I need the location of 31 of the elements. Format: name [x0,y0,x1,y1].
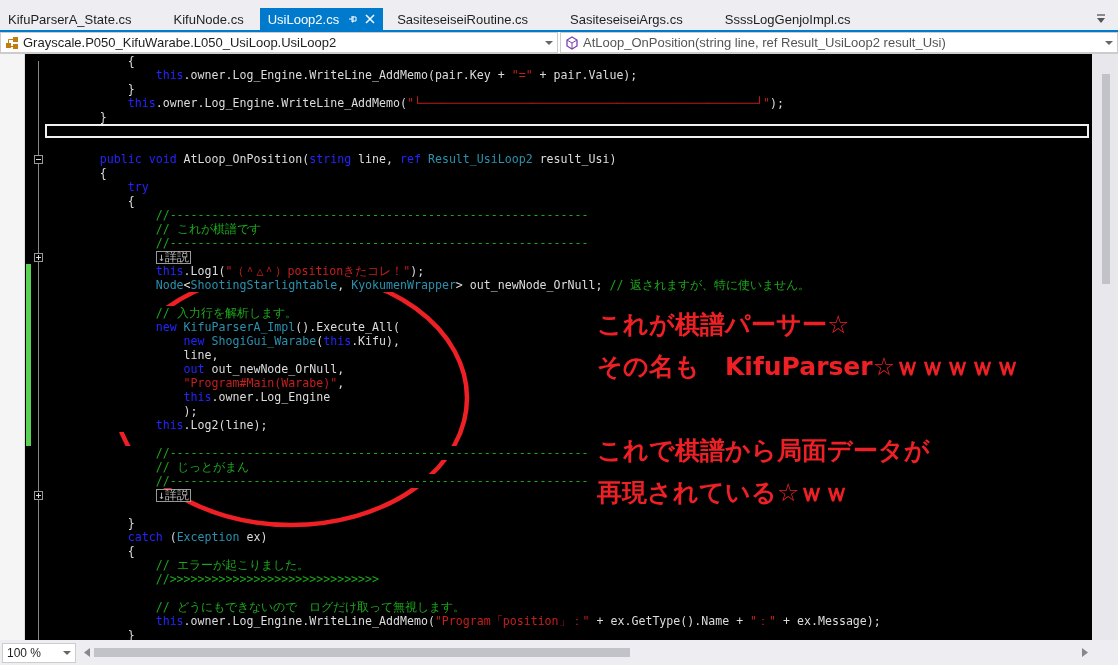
file-tab[interactable]: KifuNode.cs [165,8,252,30]
annotation-text: 再現されている☆ｗｗ [597,477,851,509]
collapsed-region[interactable]: ↓詳説 [156,250,191,264]
annotation-text: その名も KifuParser☆ｗｗｗｗｗ [597,351,1021,383]
file-tab[interactable]: SasiteseiseiArgs.cs [562,8,691,30]
file-tab[interactable]: SsssLogGenjoImpl.cs [716,8,859,30]
caret-icon[interactable] [63,649,71,656]
expand-icon[interactable] [33,252,43,262]
annotation-text: これで棋譜から局面データが [597,435,931,467]
close-icon[interactable] [365,14,376,24]
caret-icon[interactable] [545,39,553,46]
dropdown-icon[interactable] [1096,14,1106,24]
scrollbar-thumb[interactable] [94,648,630,657]
caret-icon[interactable] [1105,39,1113,46]
pin-icon[interactable] [347,14,358,24]
scroll-right-icon[interactable] [1082,648,1088,657]
vertical-scrollbar[interactable] [1092,54,1118,640]
scroll-left-icon[interactable] [84,648,90,657]
file-tab[interactable]: SasiteseiseiRoutine.cs [389,8,536,30]
expand-icon[interactable] [33,490,43,500]
file-tab[interactable]: KifuParserA_State.cs [0,8,140,30]
scrollbar-thumb[interactable] [1102,74,1110,284]
collapse-icon[interactable] [33,154,43,164]
zoom-dropdown[interactable]: 100 % [2,642,76,663]
member-dropdown[interactable]: AtLoop_OnPosition(string line, ref Result_UsiLoop2 result_Usi) [560,32,1118,53]
type-dropdown[interactable]: Grayscale.P050_KifuWarabe.L050_UsiLoop.UsiLoop2 [0,32,558,53]
annotation-text: これが棋譜パーサー☆ [597,309,851,341]
collapsed-region[interactable]: ↓詳説 [156,488,191,502]
class-icon[interactable] [5,35,19,50]
cube-icon[interactable] [565,35,579,50]
file-tab[interactable]: UsiLoop2.cs [259,8,384,30]
